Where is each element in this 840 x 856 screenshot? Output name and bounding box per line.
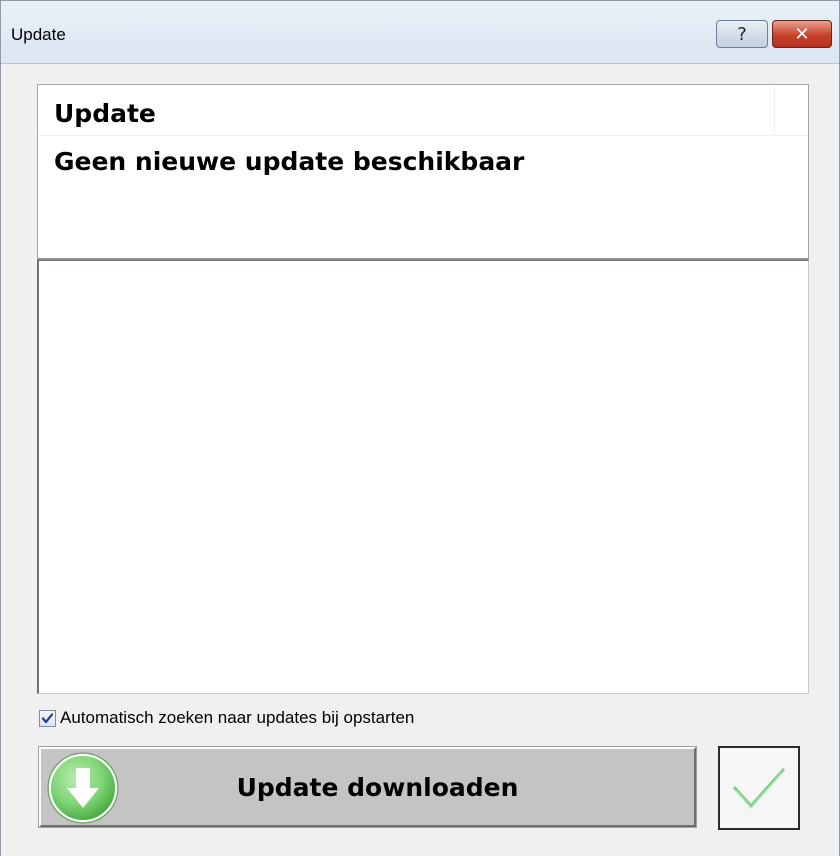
auto-check-option[interactable]: Automatisch zoeken naar updates bij opst… bbox=[39, 707, 414, 729]
header-title-row: Update bbox=[38, 85, 808, 136]
title-bar[interactable]: Update ? ✕ bbox=[1, 1, 839, 64]
auto-check-checkbox[interactable] bbox=[39, 709, 56, 727]
help-button[interactable]: ? bbox=[716, 20, 768, 48]
header-title: Update bbox=[54, 99, 156, 128]
download-update-button[interactable]: Update downloaden bbox=[39, 747, 696, 827]
checkmark-icon bbox=[732, 768, 786, 810]
update-status-text: Geen nieuwe update beschikbaar bbox=[54, 147, 525, 176]
release-notes-area[interactable] bbox=[37, 260, 809, 694]
ok-button[interactable] bbox=[718, 746, 800, 830]
download-button-label: Update downloaden bbox=[236, 772, 519, 802]
auto-check-label: Automatisch zoeken naar updates bij opst… bbox=[60, 708, 415, 727]
dialog-content: Update Geen nieuwe update beschikbaar Au… bbox=[1, 64, 839, 856]
update-header-panel: Update Geen nieuwe update beschikbaar bbox=[37, 84, 809, 260]
window-title: Update bbox=[11, 25, 66, 44]
header-divider bbox=[774, 85, 775, 135]
help-icon: ? bbox=[737, 23, 747, 45]
update-dialog: Update ? ✕ Update Geen nieuwe update bes… bbox=[0, 0, 840, 856]
download-arrow-icon bbox=[47, 752, 119, 824]
close-icon: ✕ bbox=[794, 23, 810, 45]
checkbox-check-icon bbox=[41, 712, 54, 723]
close-button[interactable]: ✕ bbox=[772, 20, 832, 48]
